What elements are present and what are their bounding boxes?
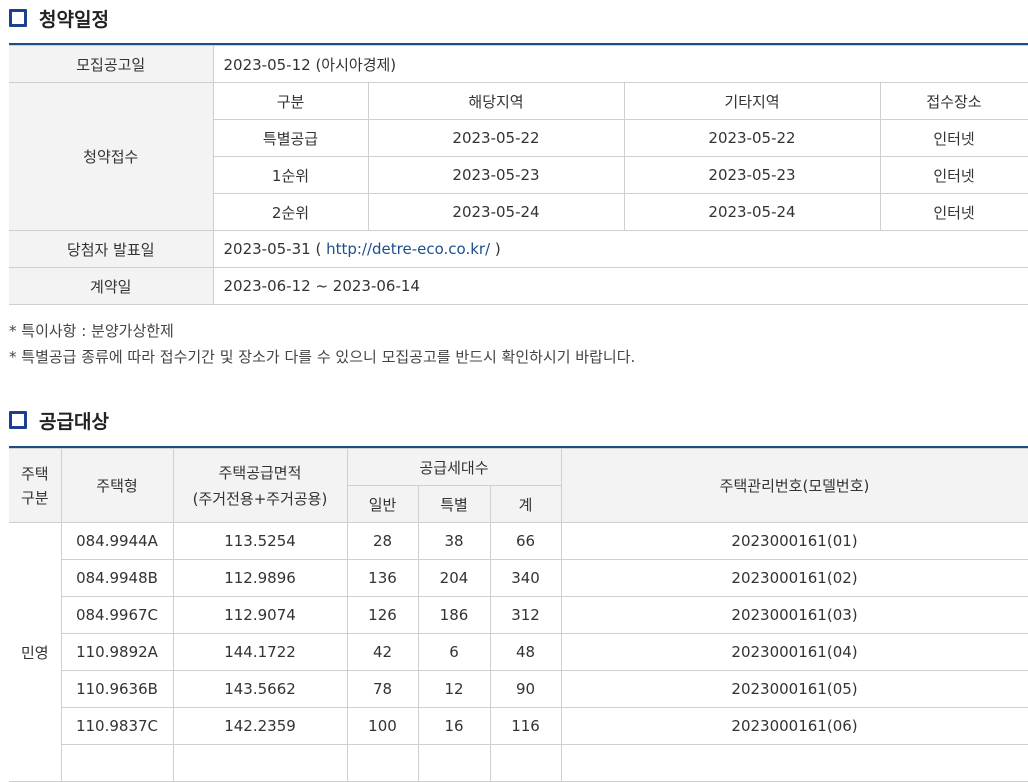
winner-link[interactable]: http://detre-eco.co.kr/ xyxy=(326,240,490,258)
notes: * 특이사항 : 분양가상한제 * 특별공급 종류에 따라 접수기간 및 장소가… xyxy=(9,318,635,370)
supply-area: 144.1722 xyxy=(172,633,348,671)
winner-date: 2023-05-31 ( xyxy=(223,240,322,258)
schedule-table: 모집공고일 2023-05-12 (아시아경제) 청약접수 구분 해당지역 기타… xyxy=(9,45,1028,305)
units-special: 16 xyxy=(417,707,491,745)
units-special: 38 xyxy=(417,522,491,560)
group-label: 민영 xyxy=(9,522,62,782)
mgmt-number: 2023000161(01) xyxy=(560,522,1028,560)
mgmt-number: 2023000161(05) xyxy=(560,670,1028,708)
units-total: 312 xyxy=(489,596,562,634)
announce-label: 모집공고일 xyxy=(9,45,214,83)
table-row: 084.9967C 112.9074 126 186 312 202300016… xyxy=(9,596,1028,634)
units-general: 100 xyxy=(346,707,419,745)
table-row: 110.9636B 143.5662 78 12 90 2023000161(0… xyxy=(9,670,1028,708)
table-row: 110.9837C 142.2359 100 16 116 2023000161… xyxy=(9,707,1028,745)
apply-local-date: 2023-05-24 xyxy=(367,193,625,231)
apply-other-date: 2023-05-24 xyxy=(623,193,881,231)
apply-local-date: 2023-05-22 xyxy=(367,119,625,157)
apply-header-local: 해당지역 xyxy=(367,82,625,120)
square-bullet-icon xyxy=(9,9,27,27)
units-special: 12 xyxy=(417,670,491,708)
units-total: 340 xyxy=(489,559,562,597)
house-type: 084.9967C xyxy=(61,596,174,634)
supply-area: 143.5662 xyxy=(172,670,348,708)
table-row: 084.9948B 112.9896 136 204 340 202300016… xyxy=(9,559,1028,597)
units-general: 136 xyxy=(346,559,419,597)
units-total: 66 xyxy=(489,522,562,560)
header-type-group-line2: 구분 xyxy=(20,488,49,507)
header-total: 계 xyxy=(489,485,562,523)
units-total: 116 xyxy=(489,707,562,745)
header-units: 공급세대수 xyxy=(346,448,562,486)
apply-place: 인터넷 xyxy=(879,119,1028,157)
apply-other-date: 2023-05-23 xyxy=(623,156,881,194)
square-bullet-icon xyxy=(9,411,27,429)
apply-header-place: 접수장소 xyxy=(879,82,1028,120)
house-type: 110.9837C xyxy=(61,707,174,745)
header-type-group: 주택 구분 xyxy=(9,448,62,523)
house-type: 084.9948B xyxy=(61,559,174,597)
units-general: 28 xyxy=(346,522,419,560)
apply-type: 1순위 xyxy=(213,156,369,194)
winner-close: ) xyxy=(494,240,501,258)
header-area-line2: (주거전용+주거공용) xyxy=(192,489,328,508)
header-area-line1: 주택공급면적 xyxy=(218,463,302,482)
apply-place: 인터넷 xyxy=(879,156,1028,194)
apply-type: 특별공급 xyxy=(213,119,369,157)
apply-type: 2순위 xyxy=(213,193,369,231)
apply-label: 청약접수 xyxy=(9,82,214,231)
section-title-text: 청약일정 xyxy=(39,8,109,31)
units-general: 42 xyxy=(346,633,419,671)
apply-local-date: 2023-05-23 xyxy=(367,156,625,194)
supply-area: 142.2359 xyxy=(172,707,348,745)
winner-value: 2023-05-31 ( http://detre-eco.co.kr/ ) xyxy=(212,230,1028,268)
header-area: 주택공급면적 (주거전용+주거공용) xyxy=(172,448,348,523)
mgmt-number: 2023000161(06) xyxy=(560,707,1028,745)
house-type: 110.9892A xyxy=(61,633,174,671)
note-special: * 특이사항 : 분양가상한제 xyxy=(9,322,174,340)
units-total: 90 xyxy=(489,670,562,708)
mgmt-number: 2023000161(04) xyxy=(560,633,1028,671)
section-title-supply: 공급대상 xyxy=(9,408,109,433)
supply-table: 주택 구분 주택형 주택공급면적 (주거전용+주거공용) 공급세대수 주택관리번… xyxy=(9,448,1028,782)
mgmt-number: 2023000161(02) xyxy=(560,559,1028,597)
table-row: 민영 084.9944A 113.5254 28 38 66 202300016… xyxy=(9,522,1028,782)
units-special: 204 xyxy=(417,559,491,597)
apply-place: 인터넷 xyxy=(879,193,1028,231)
section-title-text: 공급대상 xyxy=(39,410,109,433)
apply-other-date: 2023-05-22 xyxy=(623,119,881,157)
section-title-schedule: 청약일정 xyxy=(9,6,109,31)
header-general: 일반 xyxy=(347,485,419,523)
units-general: 78 xyxy=(346,670,419,708)
header-type-group-line1: 주택 xyxy=(20,464,49,483)
winner-label: 당첨자 발표일 xyxy=(9,230,214,268)
house-type: 110.9636B xyxy=(61,670,174,708)
supply-area: 112.9074 xyxy=(172,596,348,634)
table-row-partial xyxy=(9,744,1028,782)
apply-header-type: 구분 xyxy=(212,82,369,120)
table-row: 110.9892A 144.1722 42 6 48 2023000161(04… xyxy=(9,633,1028,671)
supply-area: 113.5254 xyxy=(172,522,348,560)
units-special: 186 xyxy=(417,596,491,634)
header-house-type: 주택형 xyxy=(60,448,174,523)
house-type: 084.9944A xyxy=(60,522,174,560)
header-special: 특별 xyxy=(417,485,491,523)
header-mgmt: 주택관리번호(모델번호) xyxy=(560,448,1028,523)
announce-value: 2023-05-12 (아시아경제) xyxy=(212,45,1028,83)
mgmt-number: 2023000161(03) xyxy=(560,596,1028,634)
contract-value: 2023-06-12 ~ 2023-06-14 xyxy=(212,267,1028,305)
units-total: 48 xyxy=(489,633,562,671)
contract-label: 계약일 xyxy=(9,267,214,305)
units-special: 6 xyxy=(417,633,491,671)
units-general: 126 xyxy=(346,596,419,634)
supply-area: 112.9896 xyxy=(172,559,348,597)
note-warning: * 특별공급 종류에 따라 접수기간 및 장소가 다를 수 있으니 모집공고를 … xyxy=(9,348,636,366)
apply-header-other: 기타지역 xyxy=(623,82,881,120)
